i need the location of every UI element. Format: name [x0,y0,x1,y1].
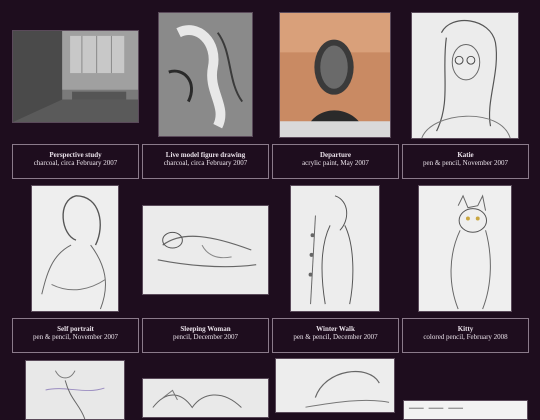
caption-perspective-study: Perspective study charcoal, circa Februa… [12,144,139,179]
artwork-thumbnail-live-model[interactable] [158,12,253,137]
artwork-subtitle: pen & pencil, November 2007 [33,333,118,342]
artwork-subtitle: charcoal, circa February 2007 [33,159,118,168]
artwork-thumbnail-self-portrait[interactable] [31,185,119,312]
artwork-subtitle: acrylic paint, May 2007 [302,159,369,168]
artwork-title[interactable]: Katie [403,151,528,159]
caption-kitty: Kitty colored pencil, February 2008 [402,318,529,353]
artwork-subtitle: charcoal, circa February 2007 [163,159,248,168]
artwork-subtitle: pen & pencil, December 2007 [293,333,378,342]
artwork-thumbnail-katie[interactable] [411,12,519,139]
artwork-subtitle: colored pencil, February 2008 [423,333,508,342]
artwork-title[interactable]: Self portrait [13,325,138,333]
artwork-thumbnail-row3-4[interactable] [403,400,528,420]
artwork-thumbnail-sleeping-woman[interactable] [142,205,269,295]
artwork-title[interactable]: Departure [273,151,398,159]
art-gallery: Perspective study charcoal, circa Februa… [0,0,540,420]
caption-katie: Katie pen & pencil, November 2007 [402,144,529,179]
artwork-thumbnail-winter-walk[interactable] [290,185,380,312]
artwork-thumbnail-perspective-study[interactable] [12,30,139,123]
caption-departure: Departure acrylic paint, May 2007 [272,144,399,179]
caption-sleeping-woman: Sleeping Woman pencil, December 2007 [142,318,269,353]
artwork-title[interactable]: Sleeping Woman [143,325,268,333]
artwork-title[interactable]: Kitty [403,325,528,333]
artwork-thumbnail-row3-1[interactable] [25,360,125,420]
caption-winter-walk: Winter Walk pen & pencil, December 2007 [272,318,399,353]
artwork-subtitle: pen & pencil, November 2007 [423,159,508,168]
artwork-title[interactable]: Winter Walk [273,325,398,333]
artwork-title[interactable]: Perspective study [13,151,138,159]
artwork-thumbnail-departure[interactable] [279,12,391,138]
caption-self-portrait: Self portrait pen & pencil, November 200… [12,318,139,353]
caption-live-model: Live model figure drawing charcoal, circ… [142,144,269,179]
artwork-thumbnail-kitty[interactable] [418,185,512,312]
artwork-title[interactable]: Live model figure drawing [143,151,268,159]
artwork-subtitle: pencil, December 2007 [172,333,239,342]
artwork-thumbnail-row3-2[interactable] [142,378,269,418]
